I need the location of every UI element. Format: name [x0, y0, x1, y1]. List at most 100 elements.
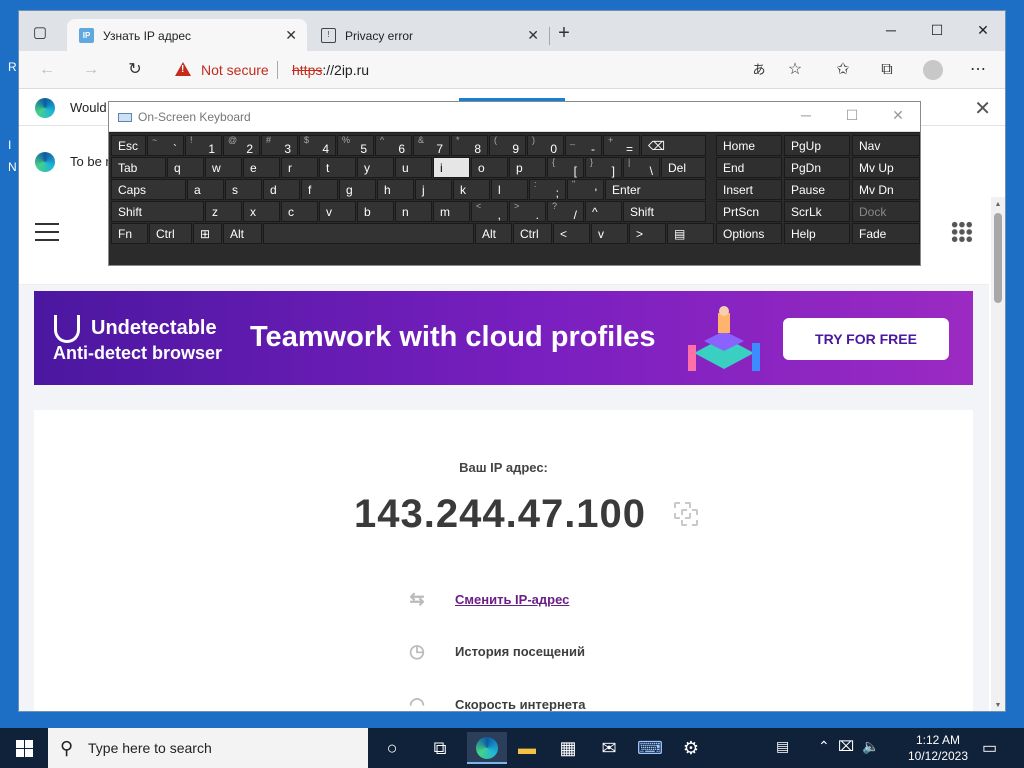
key-symbol[interactable]: {[: [547, 157, 584, 178]
key-f[interactable]: f: [301, 179, 338, 200]
key-alt[interactable]: Alt: [475, 223, 512, 244]
key-options[interactable]: Options: [716, 223, 782, 244]
task-view-icon[interactable]: ⧉: [420, 732, 460, 764]
key-n[interactable]: n: [395, 201, 432, 222]
start-button[interactable]: [0, 728, 48, 768]
key-home[interactable]: Home: [716, 135, 782, 156]
tab-actions-icon[interactable]: ▢: [29, 22, 51, 44]
speed-link[interactable]: ◠ Скорость интернета: [406, 693, 706, 711]
key-symbol[interactable]: ~ `: [147, 135, 184, 156]
maximize-button[interactable]: ☐: [917, 17, 957, 43]
key-fn[interactable]: Fn: [111, 223, 148, 244]
key-8[interactable]: * 8: [451, 135, 488, 156]
key-x[interactable]: x: [243, 201, 280, 222]
key-symbol[interactable]: <: [553, 223, 590, 244]
key-k[interactable]: k: [453, 179, 490, 200]
key-pgdn[interactable]: PgDn: [784, 157, 850, 178]
osk-close-button[interactable]: ✕: [883, 107, 913, 124]
key-del[interactable]: Del: [661, 157, 706, 178]
key-symbol[interactable]: _ -: [565, 135, 602, 156]
key-end[interactable]: End: [716, 157, 782, 178]
news-icon[interactable]: ▤: [776, 738, 789, 755]
key-symbol[interactable]: " ': [567, 179, 604, 200]
apps-grid-icon[interactable]: [951, 221, 973, 243]
settings-icon[interactable]: ⚙: [671, 732, 711, 764]
key-symbol[interactable]: :;: [529, 179, 566, 200]
key-symbol[interactable]: <,: [471, 201, 508, 222]
settings-more-icon[interactable]: ⋯: [964, 58, 992, 82]
favorites-icon[interactable]: ✩: [829, 58, 857, 82]
key-e[interactable]: e: [243, 157, 280, 178]
key-p[interactable]: p: [509, 157, 546, 178]
key-symbol[interactable]: | \: [623, 157, 660, 178]
not-secure-label[interactable]: Not secure: [201, 62, 269, 78]
cortana-icon[interactable]: ○: [372, 732, 412, 764]
read-aloud-icon[interactable]: あ: [745, 58, 773, 82]
key-z[interactable]: z: [205, 201, 242, 222]
key-v[interactable]: v: [319, 201, 356, 222]
key-caps[interactable]: Caps: [111, 179, 186, 200]
change-ip-label[interactable]: Сменить IP-адрес: [455, 592, 569, 607]
key-esc[interactable]: Esc: [111, 135, 146, 156]
try-for-free-button[interactable]: TRY FOR FREE: [783, 318, 949, 360]
key-symbol[interactable]: + =: [603, 135, 640, 156]
key-ctrl[interactable]: Ctrl: [149, 223, 192, 244]
key-i[interactable]: i: [433, 157, 470, 178]
scroll-down-icon[interactable]: ▼: [994, 702, 1002, 709]
profile-avatar[interactable]: [919, 58, 947, 82]
key-b[interactable]: b: [357, 201, 394, 222]
key-6[interactable]: ^ 6: [375, 135, 412, 156]
key-2[interactable]: @2: [223, 135, 260, 156]
ip-value[interactable]: 143.244.47.100: [354, 492, 646, 537]
tab-privacy-error[interactable]: ! Privacy error ✕: [309, 19, 549, 51]
key-y[interactable]: y: [357, 157, 394, 178]
taskbar-search[interactable]: ⚲ Type here to search: [48, 728, 368, 768]
key-symbol[interactable]: ? /: [547, 201, 584, 222]
tab-close-icon[interactable]: ✕: [285, 27, 297, 44]
key-ctrl[interactable]: Ctrl: [513, 223, 552, 244]
key-symbol[interactable]: >: [629, 223, 666, 244]
key-mv-up[interactable]: Mv Up: [852, 157, 920, 178]
key-symbol[interactable]: ⌫: [641, 135, 706, 156]
key-help[interactable]: Help: [784, 223, 850, 244]
forward-button[interactable]: →: [77, 58, 105, 82]
key-pgup[interactable]: PgUp: [784, 135, 850, 156]
key-mv-dn[interactable]: Mv Dn: [852, 179, 920, 200]
key-l[interactable]: l: [491, 179, 528, 200]
key-3[interactable]: #3: [261, 135, 298, 156]
collections-icon[interactable]: ⧉: [873, 58, 901, 82]
key-7[interactable]: & 7: [413, 135, 450, 156]
store-icon[interactable]: ▦: [548, 732, 588, 764]
key-pause[interactable]: Pause: [784, 179, 850, 200]
close-window-button[interactable]: ✕: [963, 17, 1003, 43]
key-nav[interactable]: Nav: [852, 135, 920, 156]
add-favorite-icon[interactable]: ☆: [781, 58, 809, 82]
key-d[interactable]: d: [263, 179, 300, 200]
key-h[interactable]: h: [377, 179, 414, 200]
osk-minimize-button[interactable]: ─: [791, 107, 821, 123]
key-u[interactable]: u: [395, 157, 432, 178]
key-o[interactable]: o: [471, 157, 508, 178]
key-scrlk[interactable]: ScrLk: [784, 201, 850, 222]
key-symbol[interactable]: ^: [585, 201, 622, 222]
menu-icon[interactable]: [35, 223, 59, 241]
refresh-button[interactable]: ↻: [121, 58, 149, 82]
key-alt[interactable]: Alt: [223, 223, 262, 244]
key-symbol[interactable]: ▤: [667, 223, 714, 244]
scroll-up-icon[interactable]: ▲: [994, 201, 1002, 208]
speed-label[interactable]: Скорость интернета: [455, 697, 585, 711]
key-9[interactable]: (9: [489, 135, 526, 156]
new-tab-button[interactable]: +: [552, 21, 576, 45]
osk-title-bar[interactable]: On-Screen Keyboard ─ ☐ ✕: [109, 102, 920, 132]
key-j[interactable]: j: [415, 179, 452, 200]
key-shift[interactable]: Shift: [111, 201, 204, 222]
key-s[interactable]: s: [225, 179, 262, 200]
edge-taskbar-icon[interactable]: [467, 732, 507, 764]
key-space[interactable]: [263, 223, 474, 244]
key-symbol[interactable]: >.: [509, 201, 546, 222]
key-r[interactable]: r: [281, 157, 318, 178]
change-ip-link[interactable]: ⇆ Сменить IP-адрес: [406, 588, 706, 612]
clock[interactable]: 1:12 AM 10/12/2023: [900, 732, 976, 764]
network-icon[interactable]: ⌧: [838, 738, 854, 755]
key-tab[interactable]: Tab: [111, 157, 166, 178]
